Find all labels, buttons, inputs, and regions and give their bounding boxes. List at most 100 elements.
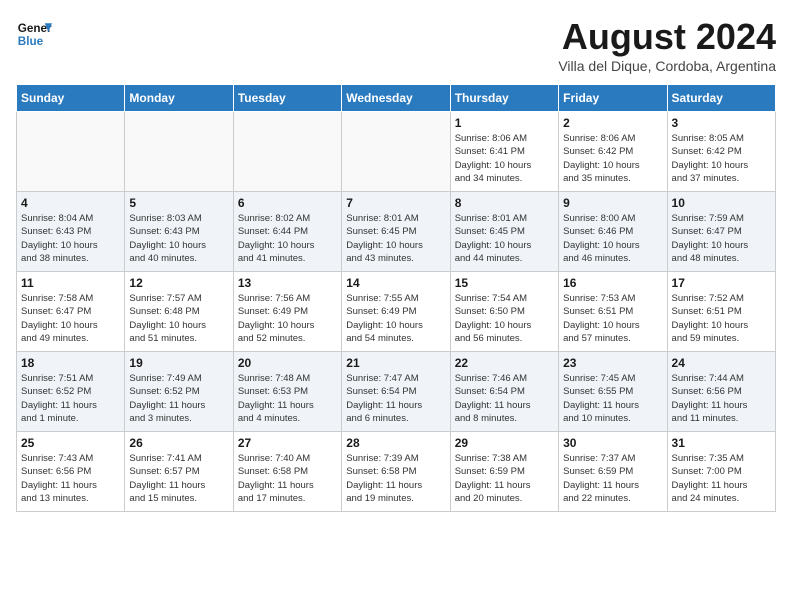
day-info: Sunrise: 8:01 AM Sunset: 6:45 PM Dayligh…	[455, 212, 554, 265]
day-number: 3	[672, 116, 771, 130]
calendar-cell: 29 Sunrise: 7:38 AM Sunset: 6:59 PM Dayli…	[450, 432, 558, 512]
day-number: 14	[346, 276, 445, 290]
day-number: 24	[672, 356, 771, 370]
calendar-cell: 26 Sunrise: 7:41 AM Sunset: 6:57 PM Dayli…	[125, 432, 233, 512]
calendar-cell: 5 Sunrise: 8:03 AM Sunset: 6:43 PM Daylig…	[125, 192, 233, 272]
day-number: 22	[455, 356, 554, 370]
day-info: Sunrise: 7:59 AM Sunset: 6:47 PM Dayligh…	[672, 212, 771, 265]
svg-text:Blue: Blue	[18, 35, 44, 48]
calendar-cell: 9Sunrise: 8:00 AM Sunset: 6:46 PM Daylig…	[559, 192, 667, 272]
day-number: 9	[563, 196, 662, 210]
day-info: Sunrise: 8:06 AM Sunset: 6:41 PM Dayligh…	[455, 132, 554, 185]
day-info: Sunrise: 7:52 AM Sunset: 6:51 PM Dayligh…	[672, 292, 771, 345]
day-info: Sunrise: 7:43 AM Sunset: 6:56 PM Dayligh…	[21, 452, 120, 505]
calendar-cell: 16 Sunrise: 7:53 AM Sunset: 6:51 PM Dayli…	[559, 272, 667, 352]
day-number: 11	[21, 276, 120, 290]
day-number: 12	[129, 276, 228, 290]
day-number: 6	[238, 196, 337, 210]
day-info: Sunrise: 8:03 AM Sunset: 6:43 PM Dayligh…	[129, 212, 228, 265]
weekday-header: Friday	[559, 85, 667, 112]
day-info: Sunrise: 7:35 AM Sunset: 7:00 PM Dayligh…	[672, 452, 771, 505]
calendar: SundayMondayTuesdayWednesdayThursdayFrid…	[16, 84, 776, 512]
day-number: 29	[455, 436, 554, 450]
calendar-cell: 2 Sunrise: 8:06 AM Sunset: 6:42 PM Daylig…	[559, 112, 667, 192]
day-number: 1	[455, 116, 554, 130]
day-number: 19	[129, 356, 228, 370]
day-info: Sunrise: 8:04 AM Sunset: 6:43 PM Dayligh…	[21, 212, 120, 265]
day-info: Sunrise: 7:39 AM Sunset: 6:58 PM Dayligh…	[346, 452, 445, 505]
calendar-cell: 1 Sunrise: 8:06 AM Sunset: 6:41 PM Daylig…	[450, 112, 558, 192]
calendar-cell: 21Sunrise: 7:47 AM Sunset: 6:54 PM Dayli…	[342, 352, 450, 432]
calendar-cell: 15Sunrise: 7:54 AM Sunset: 6:50 PM Dayli…	[450, 272, 558, 352]
calendar-cell	[125, 112, 233, 192]
calendar-cell: 22 Sunrise: 7:46 AM Sunset: 6:54 PM Dayli…	[450, 352, 558, 432]
day-info: Sunrise: 8:02 AM Sunset: 6:44 PM Dayligh…	[238, 212, 337, 265]
day-info: Sunrise: 7:44 AM Sunset: 6:56 PM Dayligh…	[672, 372, 771, 425]
calendar-cell: 4 Sunrise: 8:04 AM Sunset: 6:43 PM Daylig…	[17, 192, 125, 272]
day-number: 4	[21, 196, 120, 210]
day-info: Sunrise: 7:49 AM Sunset: 6:52 PM Dayligh…	[129, 372, 228, 425]
day-info: Sunrise: 7:58 AM Sunset: 6:47 PM Dayligh…	[21, 292, 120, 345]
calendar-cell	[342, 112, 450, 192]
day-number: 16	[563, 276, 662, 290]
day-info: Sunrise: 7:41 AM Sunset: 6:57 PM Dayligh…	[129, 452, 228, 505]
subtitle: Villa del Dique, Cordoba, Argentina	[558, 58, 776, 74]
calendar-cell: 18 Sunrise: 7:51 AM Sunset: 6:52 PM Dayli…	[17, 352, 125, 432]
day-number: 25	[21, 436, 120, 450]
logo-icon: General Blue	[16, 16, 52, 52]
day-info: Sunrise: 7:51 AM Sunset: 6:52 PM Dayligh…	[21, 372, 120, 425]
day-number: 18	[21, 356, 120, 370]
calendar-cell: 14 Sunrise: 7:55 AM Sunset: 6:49 PM Dayli…	[342, 272, 450, 352]
calendar-cell: 13 Sunrise: 7:56 AM Sunset: 6:49 PM Dayli…	[233, 272, 341, 352]
day-info: Sunrise: 7:57 AM Sunset: 6:48 PM Dayligh…	[129, 292, 228, 345]
day-number: 17	[672, 276, 771, 290]
day-number: 31	[672, 436, 771, 450]
day-number: 2	[563, 116, 662, 130]
weekday-header: Tuesday	[233, 85, 341, 112]
day-number: 26	[129, 436, 228, 450]
header: General Blue August 2024 Villa del Dique…	[16, 16, 776, 74]
main-title: August 2024	[558, 16, 776, 58]
day-info: Sunrise: 7:37 AM Sunset: 6:59 PM Dayligh…	[563, 452, 662, 505]
weekday-header: Saturday	[667, 85, 775, 112]
day-info: Sunrise: 7:40 AM Sunset: 6:58 PM Dayligh…	[238, 452, 337, 505]
day-info: Sunrise: 7:55 AM Sunset: 6:49 PM Dayligh…	[346, 292, 445, 345]
day-number: 30	[563, 436, 662, 450]
day-info: Sunrise: 7:45 AM Sunset: 6:55 PM Dayligh…	[563, 372, 662, 425]
day-number: 5	[129, 196, 228, 210]
calendar-cell: 25 Sunrise: 7:43 AM Sunset: 6:56 PM Dayli…	[17, 432, 125, 512]
calendar-cell: 7 Sunrise: 8:01 AM Sunset: 6:45 PM Daylig…	[342, 192, 450, 272]
calendar-cell: 17 Sunrise: 7:52 AM Sunset: 6:51 PM Dayli…	[667, 272, 775, 352]
weekday-header: Wednesday	[342, 85, 450, 112]
day-info: Sunrise: 7:48 AM Sunset: 6:53 PM Dayligh…	[238, 372, 337, 425]
calendar-cell: 19 Sunrise: 7:49 AM Sunset: 6:52 PM Dayli…	[125, 352, 233, 432]
day-number: 7	[346, 196, 445, 210]
weekday-header: Thursday	[450, 85, 558, 112]
day-number: 23	[563, 356, 662, 370]
calendar-cell: 6 Sunrise: 8:02 AM Sunset: 6:44 PM Daylig…	[233, 192, 341, 272]
calendar-cell: 23 Sunrise: 7:45 AM Sunset: 6:55 PM Dayli…	[559, 352, 667, 432]
day-info: Sunrise: 8:05 AM Sunset: 6:42 PM Dayligh…	[672, 132, 771, 185]
day-number: 8	[455, 196, 554, 210]
calendar-cell: 28Sunrise: 7:39 AM Sunset: 6:58 PM Dayli…	[342, 432, 450, 512]
day-info: Sunrise: 8:01 AM Sunset: 6:45 PM Dayligh…	[346, 212, 445, 265]
calendar-cell: 12 Sunrise: 7:57 AM Sunset: 6:48 PM Dayli…	[125, 272, 233, 352]
logo: General Blue	[16, 16, 52, 52]
day-info: Sunrise: 7:56 AM Sunset: 6:49 PM Dayligh…	[238, 292, 337, 345]
weekday-header: Sunday	[17, 85, 125, 112]
day-info: Sunrise: 7:38 AM Sunset: 6:59 PM Dayligh…	[455, 452, 554, 505]
calendar-cell: 30 Sunrise: 7:37 AM Sunset: 6:59 PM Dayli…	[559, 432, 667, 512]
calendar-cell: 27 Sunrise: 7:40 AM Sunset: 6:58 PM Dayli…	[233, 432, 341, 512]
calendar-cell	[17, 112, 125, 192]
day-number: 20	[238, 356, 337, 370]
calendar-cell	[233, 112, 341, 192]
day-info: Sunrise: 7:46 AM Sunset: 6:54 PM Dayligh…	[455, 372, 554, 425]
day-info: Sunrise: 7:53 AM Sunset: 6:51 PM Dayligh…	[563, 292, 662, 345]
calendar-cell: 10Sunrise: 7:59 AM Sunset: 6:47 PM Dayli…	[667, 192, 775, 272]
day-info: Sunrise: 7:47 AM Sunset: 6:54 PM Dayligh…	[346, 372, 445, 425]
day-info: Sunrise: 8:06 AM Sunset: 6:42 PM Dayligh…	[563, 132, 662, 185]
day-number: 13	[238, 276, 337, 290]
day-number: 27	[238, 436, 337, 450]
calendar-cell: 31 Sunrise: 7:35 AM Sunset: 7:00 PM Dayli…	[667, 432, 775, 512]
title-area: August 2024 Villa del Dique, Cordoba, Ar…	[558, 16, 776, 74]
